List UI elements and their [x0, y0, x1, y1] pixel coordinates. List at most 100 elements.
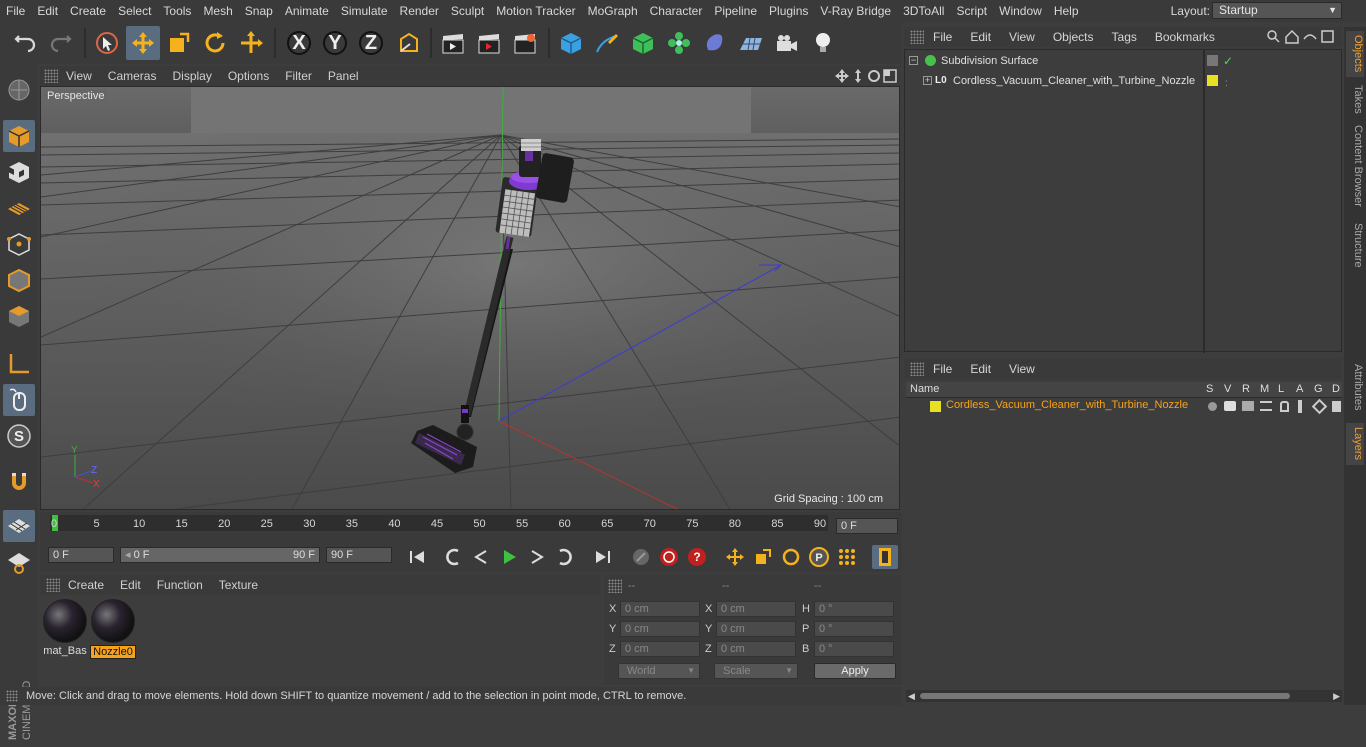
range-slider[interactable]: ◂ 0 F 90 F	[120, 547, 320, 563]
size-x-field[interactable]: 0 cm	[716, 601, 796, 617]
goto-prev-key-button[interactable]	[440, 545, 466, 569]
tab-takes[interactable]: Takes	[1346, 81, 1364, 117]
snap-button[interactable]	[3, 466, 35, 498]
menu-file[interactable]: File	[0, 0, 31, 22]
layer-horizontal-scrollbar[interactable]: ◀ ▶	[906, 690, 1342, 702]
rotate-tool-button[interactable]	[198, 26, 232, 60]
menu-vray-bridge[interactable]: V-Ray Bridge	[814, 0, 897, 22]
current-frame-field[interactable]: 0 F	[836, 518, 898, 534]
timeline-window-button[interactable]	[872, 545, 898, 569]
column-generators[interactable]: G	[1314, 383, 1323, 395]
viewport-menu-view[interactable]: View	[58, 69, 100, 83]
size-mode-select[interactable]: Scale ▼	[714, 663, 798, 679]
transform-tool-button[interactable]	[234, 26, 268, 60]
add-mograph-button[interactable]	[662, 26, 696, 60]
key-scale-button[interactable]	[750, 545, 776, 569]
material-item[interactable]: Nozzle0	[90, 599, 136, 659]
column-manager[interactable]: M	[1260, 383, 1269, 395]
timeline-ruler[interactable]: 0 5 10 15 20 25 30 35 40 45 50 55 60 65 70 75 80 85 90	[50, 515, 828, 531]
tab-attributes[interactable]: Attributes	[1346, 357, 1364, 417]
generator-icon[interactable]	[1311, 398, 1328, 415]
live-selection-button[interactable]	[90, 26, 124, 60]
menu-mesh[interactable]: Mesh	[197, 0, 238, 22]
scale-tool-button[interactable]	[162, 26, 196, 60]
solo-mode-button[interactable]: S	[3, 420, 35, 452]
undo-button[interactable]	[8, 26, 42, 60]
om-menu-objects[interactable]: Objects	[1044, 30, 1103, 44]
menu-pipeline[interactable]: Pipeline	[708, 0, 763, 22]
x-axis-lock-button[interactable]: X	[282, 26, 316, 60]
viewport-menu-options[interactable]: Options	[220, 69, 277, 83]
layout-select[interactable]: Startup ▼	[1212, 2, 1342, 19]
rotation-p-field[interactable]: 0 °	[814, 621, 894, 637]
panel-grip-icon[interactable]	[910, 30, 924, 44]
material-menu-create[interactable]: Create	[60, 578, 112, 592]
menu-motion-tracker[interactable]: Motion Tracker	[490, 0, 581, 22]
enabled-check-icon[interactable]: ✓	[1223, 51, 1233, 71]
tab-layers[interactable]: Layers	[1346, 423, 1364, 465]
step-back-button[interactable]	[468, 545, 494, 569]
workplane-mode-button[interactable]	[3, 192, 35, 224]
editor-visibility-icon[interactable]	[1207, 55, 1218, 66]
add-cube-button[interactable]	[554, 26, 588, 60]
polygons-mode-button[interactable]	[3, 300, 35, 332]
menu-create[interactable]: Create	[64, 0, 112, 22]
object-row[interactable]: + L0 Cordless_Vacuum_Cleaner_with_Turbin…	[905, 71, 1228, 91]
viewport-nav-icons[interactable]	[834, 68, 898, 84]
tab-structure[interactable]: Structure	[1346, 217, 1364, 273]
tweak-mode-button[interactable]	[3, 384, 35, 416]
menu-animate[interactable]: Animate	[279, 0, 335, 22]
preview-end-field[interactable]: 90 F	[326, 547, 392, 563]
viewport-menu-filter[interactable]: Filter	[277, 69, 320, 83]
visibility-dots-icon[interactable]: :	[1225, 74, 1228, 94]
lock-icon[interactable]	[1280, 401, 1289, 412]
render-view-button[interactable]	[436, 26, 470, 60]
preview-start-field[interactable]: 0 F	[48, 547, 114, 563]
tab-content-browser[interactable]: Content Browser	[1346, 121, 1364, 211]
autokey-button[interactable]	[656, 545, 682, 569]
apply-button[interactable]: Apply	[814, 663, 896, 679]
om-toolbar-icons[interactable]	[1266, 29, 1336, 45]
key-pla-button[interactable]	[834, 545, 860, 569]
position-y-field[interactable]: 0 cm	[620, 621, 700, 637]
deformer-icon[interactable]	[1332, 401, 1341, 412]
om-menu-tags[interactable]: Tags	[1103, 30, 1146, 44]
panel-grip-icon[interactable]	[46, 578, 60, 592]
add-light-button[interactable]	[806, 26, 840, 60]
goto-end-button[interactable]	[590, 545, 616, 569]
solo-dot-icon[interactable]	[1208, 402, 1217, 411]
column-render[interactable]: R	[1242, 383, 1250, 395]
menu-select[interactable]: Select	[112, 0, 157, 22]
menu-sculpt[interactable]: Sculpt	[445, 0, 490, 22]
column-visible[interactable]: V	[1224, 383, 1231, 395]
collapse-icon[interactable]: −	[909, 56, 918, 65]
move-tool-button[interactable]	[126, 26, 160, 60]
panel-grip-icon[interactable]	[608, 579, 622, 593]
keyframe-selection-button[interactable]: ?	[684, 545, 710, 569]
timeline[interactable]: 0 5 10 15 20 25 30 35 40 45 50 55 60 65 70 75 80 85 90 0 F	[40, 512, 902, 542]
coordinate-space-select[interactable]: World ▼	[618, 663, 700, 679]
menu-mograph[interactable]: MoGraph	[582, 0, 644, 22]
column-solo[interactable]: S	[1206, 383, 1213, 395]
add-deformer-button[interactable]	[698, 26, 732, 60]
lm-menu-edit[interactable]: Edit	[961, 362, 1000, 376]
om-menu-file[interactable]: File	[924, 30, 961, 44]
position-x-field[interactable]: 0 cm	[620, 601, 700, 617]
panel-grip-icon[interactable]	[44, 69, 58, 83]
size-y-field[interactable]: 0 cm	[716, 621, 796, 637]
scrollbar-thumb[interactable]	[920, 693, 1290, 699]
perspective-viewport[interactable]: Y Z X Perspective Grid Spacing : 100 cm	[40, 86, 900, 510]
goto-start-button[interactable]	[404, 545, 430, 569]
material-menu-function[interactable]: Function	[149, 578, 211, 592]
add-camera-button[interactable]	[770, 26, 804, 60]
expand-icon[interactable]: +	[923, 76, 932, 85]
position-z-field[interactable]: 0 cm	[620, 641, 700, 657]
render-settings-button[interactable]	[508, 26, 542, 60]
texture-mode-button[interactable]	[3, 156, 35, 188]
render-picture-viewer-button[interactable]	[472, 26, 506, 60]
panel-grip-icon[interactable]	[910, 362, 924, 376]
om-menu-bookmarks[interactable]: Bookmarks	[1146, 30, 1224, 44]
layer-row[interactable]: Cordless_Vacuum_Cleaner_with_Turbine_Noz…	[906, 398, 1342, 416]
animation-icon[interactable]	[1298, 400, 1302, 413]
menu-simulate[interactable]: Simulate	[335, 0, 394, 22]
